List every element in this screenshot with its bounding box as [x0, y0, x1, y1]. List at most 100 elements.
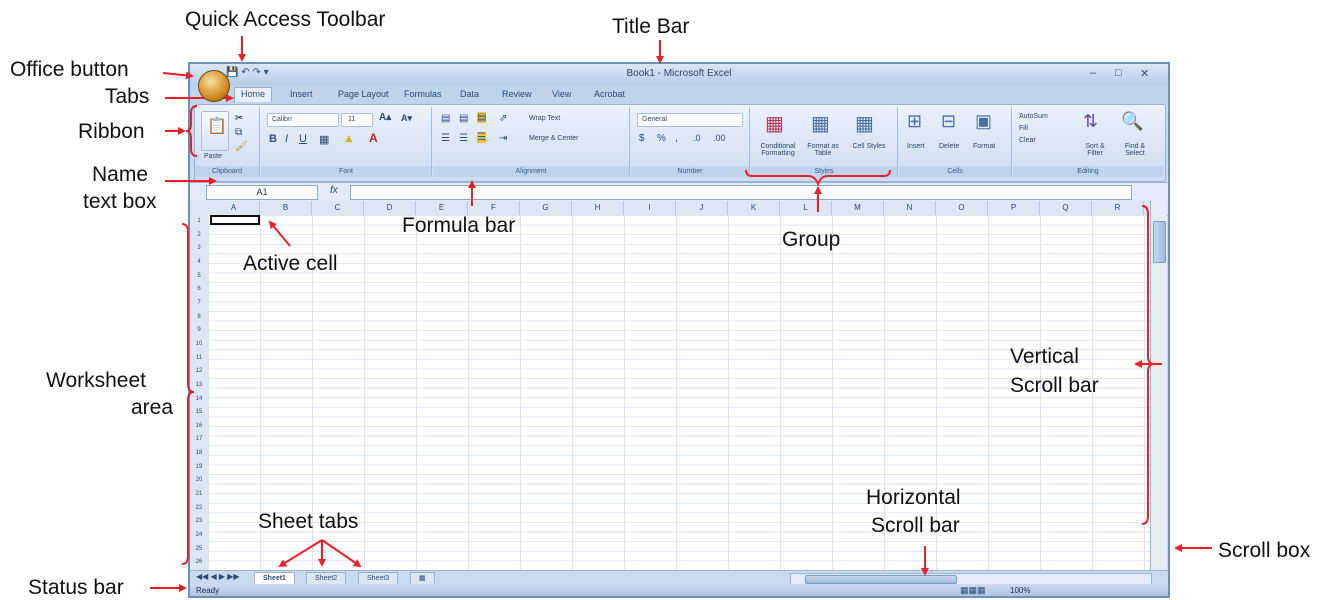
- shrink-font-icon[interactable]: A▾: [401, 113, 412, 124]
- row-header-20[interactable]: 20: [190, 474, 208, 488]
- row-header-9[interactable]: 9: [190, 324, 208, 338]
- row-header-25[interactable]: 25: [190, 543, 208, 557]
- autosum-button[interactable]: AutoSum: [1019, 113, 1048, 120]
- column-header-b[interactable]: B: [260, 201, 312, 215]
- column-header-j[interactable]: J: [676, 201, 728, 215]
- tab-acrobat[interactable]: Acrobat: [594, 89, 625, 99]
- cell-styles-icon[interactable]: ▦: [855, 111, 874, 136]
- wrap-text-button[interactable]: Wrap Text: [529, 115, 560, 122]
- delete-button[interactable]: Delete: [939, 143, 959, 150]
- paste-button[interactable]: 📋: [201, 111, 229, 151]
- bold-icon[interactable]: B: [269, 133, 277, 145]
- font-color-icon[interactable]: A: [369, 131, 378, 145]
- column-header-g[interactable]: G: [520, 201, 572, 215]
- align-right-icon[interactable]: ☰: [477, 132, 486, 143]
- column-header-p[interactable]: P: [988, 201, 1040, 215]
- row-header-14[interactable]: 14: [190, 393, 208, 407]
- font-size-select[interactable]: 11: [341, 113, 373, 127]
- horizontal-scroll-thumb[interactable]: [805, 575, 957, 584]
- format-as-table-icon[interactable]: ▦: [811, 111, 830, 136]
- row-header-19[interactable]: 19: [190, 461, 208, 475]
- maximize-icon[interactable]: □: [1115, 67, 1122, 79]
- name-box[interactable]: A1: [206, 185, 318, 200]
- vertical-scrollbar[interactable]: [1150, 201, 1167, 570]
- insert-cells-icon[interactable]: ⊞: [907, 111, 922, 132]
- minimize-icon[interactable]: –: [1090, 67, 1096, 79]
- format-cells-icon[interactable]: ▣: [975, 111, 992, 132]
- fill-button[interactable]: Fill: [1019, 125, 1028, 132]
- office-button[interactable]: [198, 70, 230, 102]
- tab-review[interactable]: Review: [502, 89, 532, 99]
- merge-center-button[interactable]: Merge & Center: [529, 135, 578, 142]
- currency-icon[interactable]: $: [639, 133, 645, 144]
- cell-styles-button[interactable]: Cell Styles: [849, 143, 889, 150]
- fill-color-icon[interactable]: ▲: [343, 131, 355, 145]
- tab-formulas[interactable]: Formulas: [404, 89, 442, 99]
- row-header-8[interactable]: 8: [190, 311, 208, 325]
- column-header-q[interactable]: Q: [1040, 201, 1092, 215]
- column-header-o[interactable]: O: [936, 201, 988, 215]
- tab-view[interactable]: View: [552, 89, 571, 99]
- format-button[interactable]: Format: [973, 143, 995, 150]
- row-header-24[interactable]: 24: [190, 529, 208, 543]
- increase-decimal-icon[interactable]: .0: [693, 133, 701, 143]
- vertical-scroll-thumb[interactable]: [1153, 221, 1166, 263]
- row-header-1[interactable]: 1: [190, 215, 208, 229]
- tab-data[interactable]: Data: [460, 89, 479, 99]
- tab-home[interactable]: Home: [234, 87, 273, 102]
- column-header-f[interactable]: F: [468, 201, 520, 215]
- number-format-select[interactable]: General: [637, 113, 743, 127]
- row-header-10[interactable]: 10: [190, 338, 208, 352]
- row-header-26[interactable]: 26: [190, 556, 208, 570]
- row-header-4[interactable]: 4: [190, 256, 208, 270]
- column-header-e[interactable]: E: [416, 201, 468, 215]
- row-header-17[interactable]: 17: [190, 433, 208, 447]
- copy-icon[interactable]: ⧉: [235, 127, 242, 138]
- delete-cells-icon[interactable]: ⊟: [941, 111, 956, 132]
- format-painter-icon[interactable]: 🖌: [235, 141, 248, 152]
- tab-page-layout[interactable]: Page Layout: [338, 89, 389, 99]
- column-header-d[interactable]: D: [364, 201, 416, 215]
- sheet-nav-icon[interactable]: ◀◀ ◀ ▶ ▶▶: [196, 572, 240, 581]
- borders-icon[interactable]: ▦: [319, 133, 329, 146]
- column-header-l[interactable]: L: [780, 201, 832, 215]
- column-header-n[interactable]: N: [884, 201, 936, 215]
- column-header-r[interactable]: R: [1092, 201, 1144, 215]
- align-top-icon[interactable]: ▤: [441, 113, 450, 124]
- clear-button[interactable]: Clear: [1019, 137, 1036, 144]
- align-center-icon[interactable]: ☰: [459, 133, 468, 144]
- find-select-icon[interactable]: 🔍: [1121, 111, 1143, 132]
- insert-button[interactable]: Insert: [907, 143, 925, 150]
- row-header-15[interactable]: 15: [190, 406, 208, 420]
- sort-filter-icon[interactable]: ⇅: [1083, 111, 1098, 132]
- row-header-13[interactable]: 13: [190, 379, 208, 393]
- row-header-7[interactable]: 7: [190, 297, 208, 311]
- view-buttons-icon[interactable]: ▦▦▦: [960, 585, 986, 596]
- row-header-3[interactable]: 3: [190, 242, 208, 256]
- zoom-level[interactable]: 100%: [1010, 586, 1030, 595]
- comma-icon[interactable]: ,: [675, 133, 678, 144]
- underline-icon[interactable]: U: [299, 133, 307, 145]
- cut-icon[interactable]: ✂: [235, 113, 243, 124]
- row-header-16[interactable]: 16: [190, 420, 208, 434]
- insert-function-icon[interactable]: fx: [330, 185, 338, 196]
- conditional-formatting-button[interactable]: Conditional Formatting: [755, 143, 801, 157]
- sort-filter-button[interactable]: Sort & Filter: [1077, 143, 1113, 157]
- column-header-h[interactable]: H: [572, 201, 624, 215]
- column-header-a[interactable]: A: [208, 201, 260, 215]
- orientation-icon[interactable]: ⇗: [499, 113, 507, 124]
- font-name-select[interactable]: Calibri: [267, 113, 339, 127]
- align-bottom-icon[interactable]: ▤: [477, 112, 487, 123]
- active-cell[interactable]: [210, 215, 260, 225]
- decrease-decimal-icon[interactable]: .00: [713, 133, 726, 143]
- find-select-button[interactable]: Find & Select: [1115, 143, 1155, 157]
- row-header-21[interactable]: 21: [190, 488, 208, 502]
- align-left-icon[interactable]: ☰: [441, 133, 450, 144]
- align-middle-icon[interactable]: ▤: [459, 113, 468, 124]
- column-header-k[interactable]: K: [728, 201, 780, 215]
- column-header-c[interactable]: C: [312, 201, 364, 215]
- close-icon[interactable]: ✕: [1140, 67, 1149, 80]
- percent-icon[interactable]: %: [657, 133, 666, 144]
- tab-insert[interactable]: Insert: [290, 89, 313, 99]
- row-header-23[interactable]: 23: [190, 515, 208, 529]
